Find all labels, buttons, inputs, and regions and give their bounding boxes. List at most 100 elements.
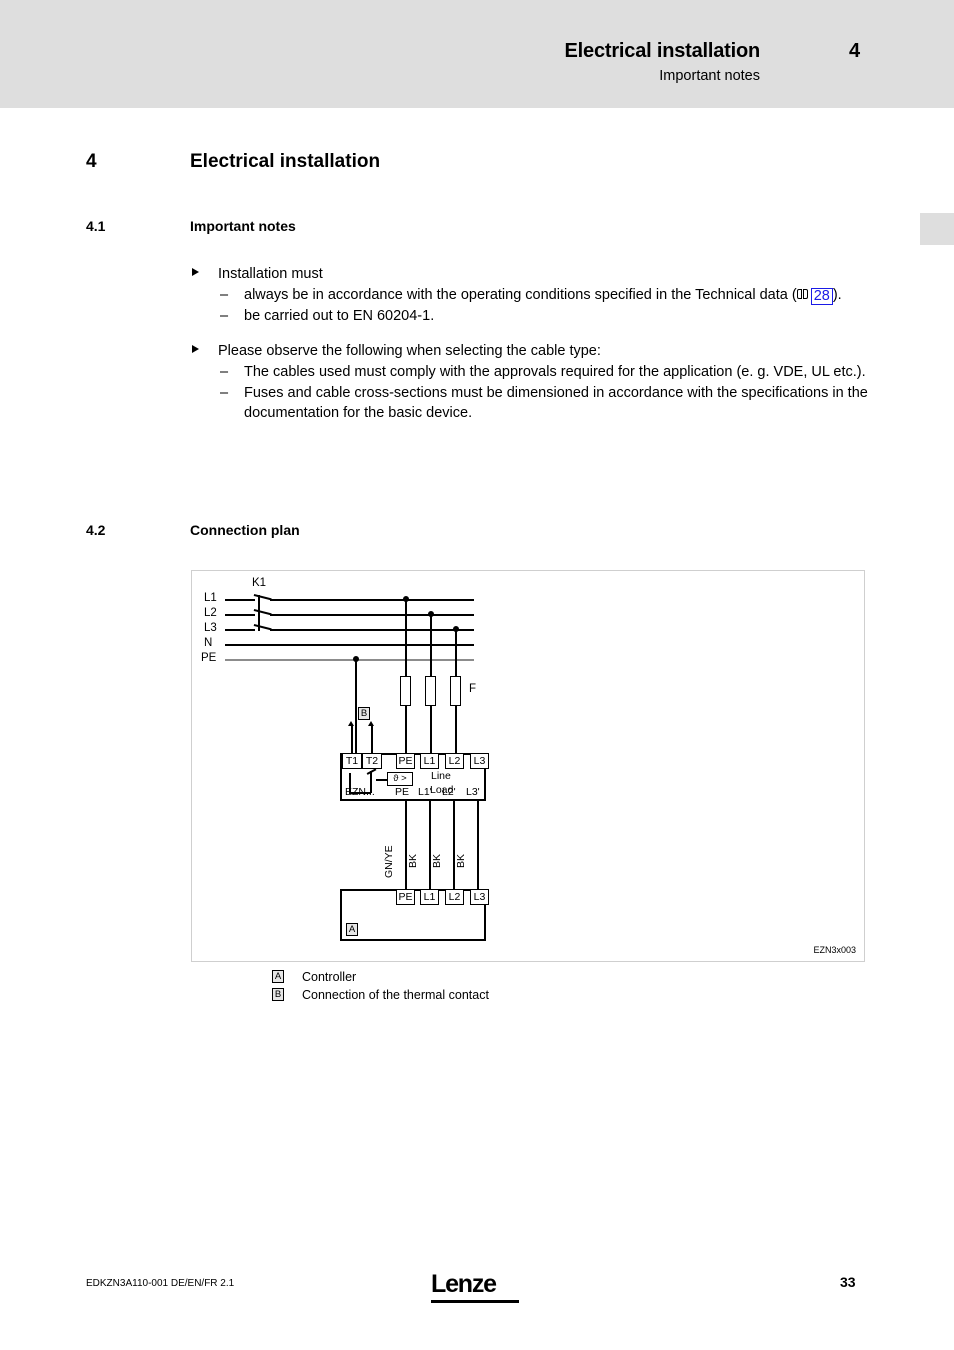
terminal-line-l1: L1	[420, 753, 439, 769]
legend-text-a: Controller	[302, 970, 357, 984]
fuse-l2	[425, 676, 436, 706]
section-4-2-number: 4.2	[86, 522, 106, 538]
load-terminal-l3p: L3'	[466, 786, 480, 798]
drop-wire-pe	[355, 659, 357, 753]
terminal-controller-l3: L3	[470, 889, 489, 905]
diagram-legend: A Controller B Connection of the thermal…	[272, 968, 489, 1004]
wire-l1-out	[270, 599, 474, 601]
book-reference-icon	[796, 289, 810, 300]
rail-label-pe: PE	[201, 652, 217, 664]
terminal-controller-l2: L2	[445, 889, 464, 905]
section-4-1-title: Important notes	[190, 218, 296, 234]
connection-plan-diagram: L1 L2 L3 N PE K1 F B T1 T2 PE L1 L2 L3 L…	[191, 570, 865, 962]
wire-pe	[225, 659, 474, 661]
legend-item-b: B Connection of the thermal contact	[272, 986, 489, 1004]
terminal-line-pe: PE	[396, 753, 415, 769]
wire-n	[225, 644, 474, 646]
fuse-out-wire-l3	[455, 706, 457, 753]
line-label: Line	[431, 770, 451, 782]
list-item: – be carried out to EN 60204-1.	[190, 306, 870, 326]
chapter-tab-marker	[920, 213, 954, 245]
lenze-logo-underline	[431, 1300, 519, 1303]
header-subtitle: Important notes	[659, 68, 760, 84]
rail-label-l3: L3	[204, 622, 217, 634]
triangle-bullet-icon	[192, 345, 199, 353]
list-item-text: Installation must	[218, 266, 323, 282]
cable-wire-pe	[405, 801, 407, 889]
wire-l2-contact	[253, 609, 272, 615]
thermal-arrow-t1	[348, 721, 354, 726]
wire-l1-in	[225, 599, 255, 601]
thermal-lead-t1	[351, 726, 353, 753]
terminal-controller-l1: L1	[420, 889, 439, 905]
fuse-l3	[450, 676, 461, 706]
wire-l2-in	[225, 614, 255, 616]
diagram-identifier: EZN3x003	[813, 945, 856, 955]
load-terminal-pe: PE	[395, 786, 410, 798]
chapter-heading-number: 4	[86, 151, 97, 172]
legend-marker-b: B	[272, 988, 284, 1001]
contactor-linkage	[258, 595, 260, 631]
dash-bullet-icon: –	[220, 287, 229, 303]
section-4-1-number: 4.1	[86, 218, 106, 234]
ezn-device-label: EZN...	[345, 786, 375, 798]
important-notes-list: Installation must – always be in accorda…	[190, 264, 870, 424]
list-item: – Fuses and cable cross-sections must be…	[190, 383, 870, 423]
thermal-lead-t2	[371, 726, 373, 753]
rail-label-n: N	[204, 637, 213, 649]
section-4-2-title: Connection plan	[190, 522, 300, 538]
legend-item-a: A Controller	[272, 968, 489, 986]
list-item-text: The cables used must comply with the app…	[244, 364, 866, 380]
wire-l1-contact	[253, 594, 272, 600]
cable-wire-l2	[453, 801, 455, 889]
header-chapter-number: 4	[849, 40, 861, 62]
list-item-text: always be in accordance with the operati…	[244, 287, 797, 303]
fuse-out-wire-l1	[405, 706, 407, 753]
wire-l3-out	[270, 629, 474, 631]
rail-label-l2: L2	[204, 607, 217, 619]
footer-document-id: EDKZN3A110-001 DE/EN/FR 2.1	[86, 1278, 235, 1289]
dash-bullet-icon: –	[220, 385, 229, 401]
terminal-line-l2: L2	[445, 753, 464, 769]
contactor-label-k1: K1	[252, 577, 267, 589]
list-item: – always be in accordance with the opera…	[190, 285, 870, 306]
list-item-text: be carried out to EN 60204-1.	[244, 308, 435, 324]
cable-color-label-bk-1: BK	[407, 853, 419, 868]
cable-wire-l3	[477, 801, 479, 889]
list-item-text-suffix: ).	[832, 287, 842, 303]
list-item-text: Fuses and cable cross-sections must be d…	[244, 385, 868, 421]
page-header: Electrical installation Important notes …	[0, 0, 954, 108]
cable-wire-l1	[429, 801, 431, 889]
wire-l3-contact	[253, 624, 272, 630]
chapter-heading-title: Electrical installation	[190, 151, 381, 172]
fuse-out-wire-l2	[430, 706, 432, 753]
rail-label-l1: L1	[204, 592, 217, 604]
marker-b: B	[358, 707, 370, 720]
terminal-controller-pe: PE	[396, 889, 415, 905]
thermal-arrow-t2	[368, 721, 374, 726]
page-reference-link[interactable]: 28	[810, 288, 833, 306]
load-terminal-l1p: L1'	[418, 786, 432, 798]
terminal-line-l3: L3	[470, 753, 489, 769]
fuse-l1	[400, 676, 411, 706]
wire-l3-in	[225, 629, 255, 631]
list-item: Please observe the following when select…	[190, 341, 870, 361]
header-title: Electrical installation	[564, 40, 761, 62]
dash-bullet-icon: –	[220, 308, 229, 324]
list-item-text: Please observe the following when select…	[218, 343, 601, 359]
list-item: Installation must	[190, 264, 870, 284]
fuse-group-label-f: F	[469, 683, 477, 695]
cable-color-label-gnye: GN/YE	[383, 845, 395, 878]
legend-text-b: Connection of the thermal contact	[302, 988, 489, 1002]
triangle-bullet-icon	[192, 268, 199, 276]
load-terminal-l2p: L2'	[442, 786, 456, 798]
page-footer: EDKZN3A110-001 DE/EN/FR 2.1 Lenze 33	[0, 1270, 954, 1310]
dash-bullet-icon: –	[220, 364, 229, 380]
list-item: – The cables used must comply with the a…	[190, 362, 870, 382]
legend-marker-a: A	[272, 970, 284, 983]
thermal-switch-symbol: ϑ >	[387, 772, 413, 786]
wire-l2-out	[270, 614, 474, 616]
cable-color-label-bk-3: BK	[455, 853, 467, 868]
cable-color-label-bk-2: BK	[431, 853, 443, 868]
